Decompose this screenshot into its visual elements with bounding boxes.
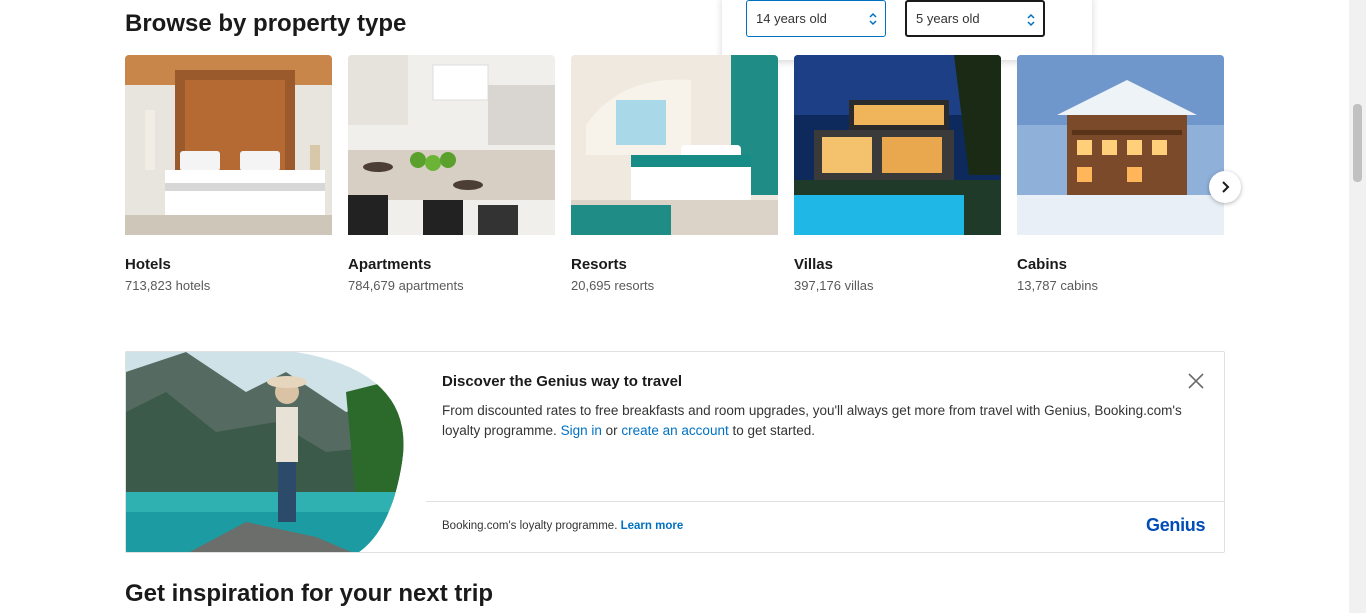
property-card-cabins[interactable]: Cabins 13,787 cabins [1017, 55, 1224, 293]
property-card-name: Resorts [571, 256, 627, 273]
apartment-kitchen-image[interactable] [348, 55, 555, 235]
create-account-link[interactable]: create an account [621, 423, 728, 438]
learn-more-link[interactable]: Learn more [621, 520, 684, 532]
genius-description: From discounted rates to free breakfasts… [442, 401, 1212, 441]
genius-footer-text: Booking.com's loyalty programme. [442, 520, 618, 532]
property-card-name: Hotels [125, 256, 171, 273]
property-card-name: Villas [794, 256, 833, 273]
genius-get-started-text: to get started. [732, 423, 816, 438]
page-scrollbar[interactable] [1349, 0, 1366, 613]
child-age-select-2[interactable]: 5 years old [905, 0, 1045, 37]
woman-lake-mountains-image [126, 352, 404, 552]
genius-logo: Genius [1146, 515, 1206, 535]
genius-divider [426, 501, 1224, 502]
child-age-select-1[interactable]: 14 years old [746, 0, 886, 37]
chevron-right-icon [1222, 181, 1230, 193]
select-arrows-icon [1027, 13, 1035, 27]
genius-banner: Discover the Genius way to travel From d… [125, 351, 1225, 553]
inspiration-section-title: Get inspiration for your next trip [125, 580, 494, 607]
age-selection-popup: 14 years old 5 years old [722, 0, 1092, 60]
property-card-name: Cabins [1017, 256, 1068, 273]
resort-room-image[interactable] [571, 55, 778, 235]
browse-section-title: Browse by property type [125, 10, 407, 37]
scrollbar-thumb[interactable] [1353, 104, 1362, 182]
child-age-value-1: 14 years old [756, 11, 827, 26]
property-card-name: Apartments [348, 256, 432, 273]
property-card-count: 713,823 hotels [125, 278, 211, 293]
property-card-count: 20,695 resorts [571, 278, 655, 293]
genius-footer: Booking.com's loyalty programme. Learn m… [442, 520, 683, 532]
select-arrows-icon [869, 12, 877, 26]
property-card-count: 397,176 villas [794, 278, 874, 293]
carousel-next-button[interactable] [1209, 171, 1241, 203]
child-age-value-2: 5 years old [916, 11, 980, 26]
snow-cabin-image[interactable] [1017, 55, 1224, 235]
property-card-count: 784,679 apartments [348, 278, 464, 293]
property-card-resorts[interactable]: Resorts 20,695 resorts [571, 55, 778, 293]
villa-pool-image[interactable] [794, 55, 1001, 235]
hotel-bedroom-image[interactable] [125, 55, 332, 235]
sign-in-link[interactable]: Sign in [561, 423, 602, 438]
genius-or-text: or [605, 423, 618, 438]
property-card-count: 13,787 cabins [1017, 278, 1098, 293]
property-card-villas[interactable]: Villas 397,176 villas [794, 55, 1001, 293]
genius-title: Discover the Genius way to travel [442, 373, 683, 390]
property-type-carousel: Hotels 713,823 hotels Apartments 784,679… [125, 55, 1224, 293]
property-card-apartments[interactable]: Apartments 784,679 apartments [348, 55, 555, 293]
property-card-hotels[interactable]: Hotels 713,823 hotels [125, 55, 332, 293]
close-icon[interactable] [1187, 372, 1205, 390]
